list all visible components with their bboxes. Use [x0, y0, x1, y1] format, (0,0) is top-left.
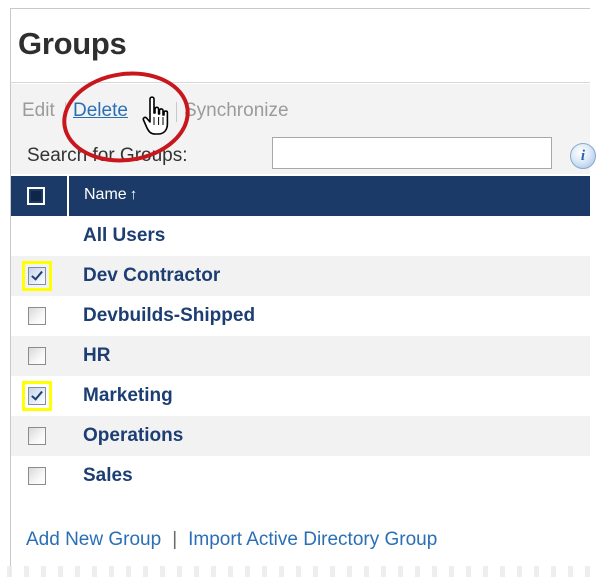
table-row[interactable]: Dev Contractor — [11, 256, 590, 296]
sort-ascending-icon: ↑ — [129, 186, 138, 203]
group-name[interactable]: Dev Contractor — [83, 265, 220, 287]
group-name[interactable]: Operations — [83, 425, 183, 447]
toolbar-divider — [65, 102, 66, 122]
row-checkbox[interactable] — [28, 467, 46, 485]
table-row[interactable]: All Users — [11, 216, 590, 256]
table-row[interactable]: Marketing — [11, 376, 590, 416]
table-header: Name ↑ — [11, 176, 590, 216]
table-row[interactable]: HR — [11, 336, 590, 376]
row-checkbox[interactable] — [28, 307, 46, 325]
select-all-checkbox[interactable] — [27, 187, 45, 205]
toolbar-divider — [176, 102, 177, 122]
delete-button[interactable]: Delete — [73, 100, 128, 122]
group-name[interactable]: All Users — [83, 225, 165, 247]
footer-separator: | — [172, 529, 178, 550]
row-checkbox[interactable] — [28, 427, 46, 445]
checkmark-icon — [31, 268, 43, 281]
add-new-group-link[interactable]: Add New Group — [26, 529, 161, 550]
group-name[interactable]: Sales — [83, 465, 133, 487]
group-name[interactable]: Devbuilds-Shipped — [83, 305, 255, 327]
synchronize-button[interactable]: Synchronize — [184, 100, 289, 122]
row-checkbox[interactable] — [28, 347, 46, 365]
table-row[interactable]: Devbuilds-Shipped — [11, 296, 590, 336]
select-all-cell — [11, 176, 69, 216]
name-column-label: Name — [84, 186, 127, 203]
group-name[interactable]: Marketing — [83, 385, 173, 407]
row-checkbox[interactable] — [28, 267, 46, 285]
search-input[interactable] — [272, 137, 552, 169]
page-title: Groups — [18, 26, 127, 61]
info-icon[interactable]: i — [570, 143, 596, 169]
footer-links: Add New Group | Import Active Directory Gr… — [26, 529, 437, 551]
name-column-header[interactable]: Name ↑ — [84, 186, 137, 204]
title-divider — [10, 82, 590, 83]
checkmark-icon — [31, 388, 43, 401]
table-row[interactable]: Sales — [11, 456, 590, 496]
table-row[interactable]: Operations — [11, 416, 590, 456]
row-checkbox[interactable] — [28, 387, 46, 405]
group-name[interactable]: HR — [83, 345, 110, 367]
edit-button[interactable]: Edit — [22, 100, 55, 122]
torn-edge — [0, 566, 600, 577]
import-ad-group-link[interactable]: Import Active Directory Group — [188, 529, 437, 550]
search-label: Search for Groups: — [27, 145, 188, 166]
